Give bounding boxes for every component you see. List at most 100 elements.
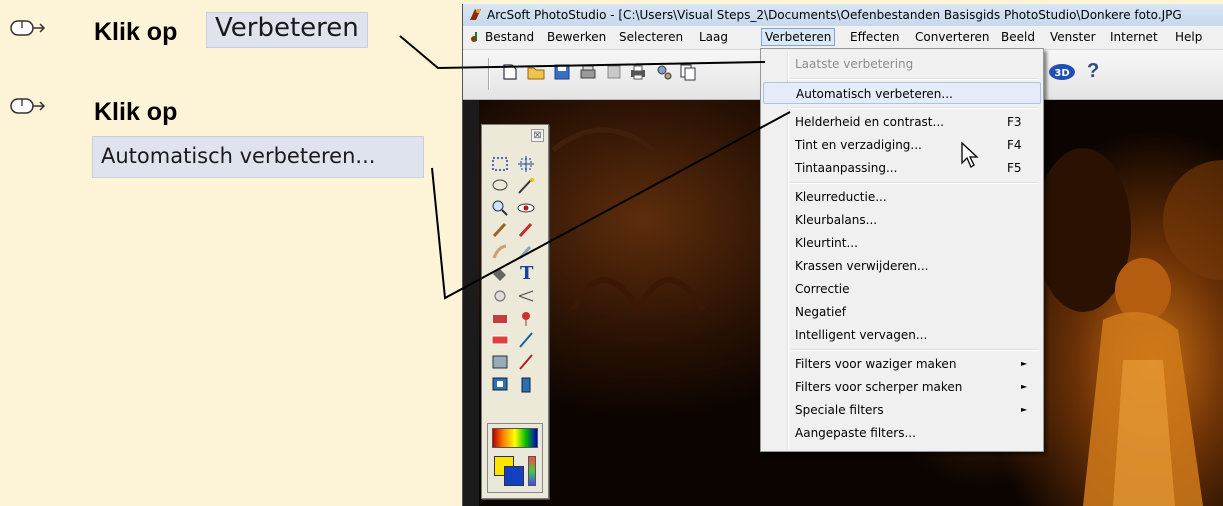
print-icon[interactable] [629,63,647,81]
menu-laag[interactable]: Laag [699,30,728,44]
3d-icon[interactable]: 3D [1048,63,1076,81]
menu-bewerken[interactable]: Bewerken [547,30,606,44]
menu-item-label: Speciale filters [795,403,884,417]
clone-icon[interactable] [516,221,536,239]
trash-icon[interactable] [516,375,536,393]
scan-icon[interactable] [579,63,597,81]
menu-verbeteren[interactable]: Verbeteren [761,28,836,46]
tool-palette: ⊠ T [481,124,549,499]
help-icon[interactable]: ? [1087,60,1105,82]
step2-text: Klik op [94,98,178,126]
pin-icon[interactable] [516,309,536,327]
menu-beeld[interactable]: Beeld [1001,30,1035,44]
document-control-icon[interactable] [469,30,483,44]
title-bar: ArcSoft PhotoStudio - [C:\Users\Visual S… [463,4,1223,26]
brush-icon[interactable] [490,221,510,239]
menu-item-shortcut: F5 [1007,161,1022,175]
photostudio-window: ArcSoft PhotoStudio - [C:\Users\Visual S… [462,4,1223,506]
menu-item-label: Filters voor scherper maken [795,380,963,394]
zoom-icon[interactable] [490,199,510,217]
step2-target-label: Automatisch verbeteren... [92,136,424,178]
menu-item-label: Laatste verbetering [795,57,914,71]
menu-item-label: Correctie [795,282,850,296]
menu-item-filters-voor-scherper-maken[interactable]: Filters voor scherper maken ► [763,376,1041,398]
menu-effecten[interactable]: Effecten [850,30,900,44]
menu-item-label: Tintaanpassing... [795,161,898,175]
menu-item-tintaanpassing[interactable]: Tintaanpassing... F5 [763,157,1041,179]
menu-item-filters-voor-waziger-maken[interactable]: Filters voor waziger maken ► [763,353,1041,375]
rectangle-select-icon[interactable] [490,155,510,173]
menu-item-label: Aangepaste filters... [795,426,916,440]
copy-icon[interactable] [679,63,697,81]
save-icon[interactable] [553,63,571,81]
gradient-icon[interactable] [490,331,510,349]
menu-bestand[interactable]: Bestand [485,30,534,44]
eraser-icon[interactable] [490,309,510,327]
menu-item-automatisch-verbeteren[interactable]: Automatisch verbeteren... [763,82,1041,104]
lasso-icon[interactable] [490,177,510,195]
menu-item-aangepaste-filters[interactable]: Aangepaste filters... [763,422,1041,444]
pencil-line-icon[interactable] [516,331,536,349]
menu-venster[interactable]: Venster [1050,30,1096,44]
menu-item-label: Negatief [795,305,846,319]
crop-icon[interactable] [490,375,510,393]
menu-item-kleurbalans[interactable]: Kleurbalans... [763,209,1041,231]
move-select-icon[interactable] [516,155,536,173]
magic-wand-icon[interactable] [516,177,536,195]
menu-separator [791,107,1039,109]
menu-item-label: Tint en verzadiging... [795,138,922,152]
menu-item-krassen-verwijderen[interactable]: Krassen verwijderen... [763,255,1041,277]
submenu-arrow-icon: ► [1021,382,1028,391]
verbeteren-dropdown-menu: Laatste verbetering Automatisch verbetere… [760,48,1044,452]
menu-separator [791,349,1039,351]
menu-item-negatief[interactable]: Negatief [763,301,1041,323]
color-swatches[interactable] [487,423,543,493]
submenu-arrow-icon: ► [1021,405,1028,414]
color-swap-icon[interactable] [528,456,536,486]
menu-item-label: Filters voor waziger maken [795,357,957,371]
menu-item-label: Helderheid en contrast... [795,115,944,129]
new-icon[interactable] [501,63,519,81]
palette-close-icon[interactable]: ⊠ [531,129,544,142]
menu-converteren[interactable]: Converteren [915,30,990,44]
red-eye-icon[interactable] [516,199,536,217]
smudge-icon[interactable] [490,243,510,261]
menu-item-label: Kleurreductie... [795,190,887,204]
menu-item-intelligent-vervagen[interactable]: Intelligent vervagen... [763,324,1041,346]
menu-item-shortcut: F4 [1007,138,1022,152]
open-icon[interactable] [527,63,545,81]
menu-item-tint-en-verzadiging[interactable]: Tint en verzadiging... F4 [763,134,1041,156]
step1-target-label: Verbeteren [206,12,368,48]
print-preview-icon[interactable] [605,63,623,81]
submenu-arrow-icon: ► [1021,359,1028,368]
menu-item-helderheid-en-contrast[interactable]: Helderheid en contrast... F3 [763,111,1041,133]
transform-icon[interactable] [490,353,510,371]
menu-item-shortcut: F3 [1007,115,1022,129]
menu-item-label: Kleurbalans... [795,213,878,227]
fill-icon[interactable] [490,265,510,283]
menu-selecteren[interactable]: Selecteren [619,30,683,44]
menu-help[interactable]: Help [1175,30,1202,44]
instruction-panel: Klik op Verbeteren Klik op Automatisch v… [0,0,456,506]
menu-item-label: Krassen verwijderen... [795,259,929,273]
background-color[interactable] [504,466,524,486]
stamp-icon[interactable] [490,287,510,305]
window-title: ArcSoft PhotoStudio - [C:\Users\Visual S… [487,8,1182,22]
menu-item-speciale-filters[interactable]: Speciale filters ► [763,399,1041,421]
menu-item-kleurreductie[interactable]: Kleurreductie... [763,186,1041,208]
menu-item-kleurtint[interactable]: Kleurtint... [763,232,1041,254]
menu-internet[interactable]: Internet [1110,30,1158,44]
color-spectrum[interactable] [492,428,538,448]
menu-item-label: Intelligent vervagen... [795,328,928,342]
pen-icon[interactable] [516,353,536,371]
mouse-click-icon [10,20,46,36]
app-logo-icon [470,9,481,20]
mouse-click-icon [10,98,46,114]
line-tool-icon[interactable] [516,287,536,305]
menu-item-correctie[interactable]: Correctie [763,278,1041,300]
menu-separator [791,182,1039,184]
text-tool-icon[interactable]: T [520,263,540,284]
settings-icon[interactable] [655,63,673,81]
dropper-icon[interactable] [516,243,536,261]
3d-icon-label: 3D [1054,68,1069,79]
